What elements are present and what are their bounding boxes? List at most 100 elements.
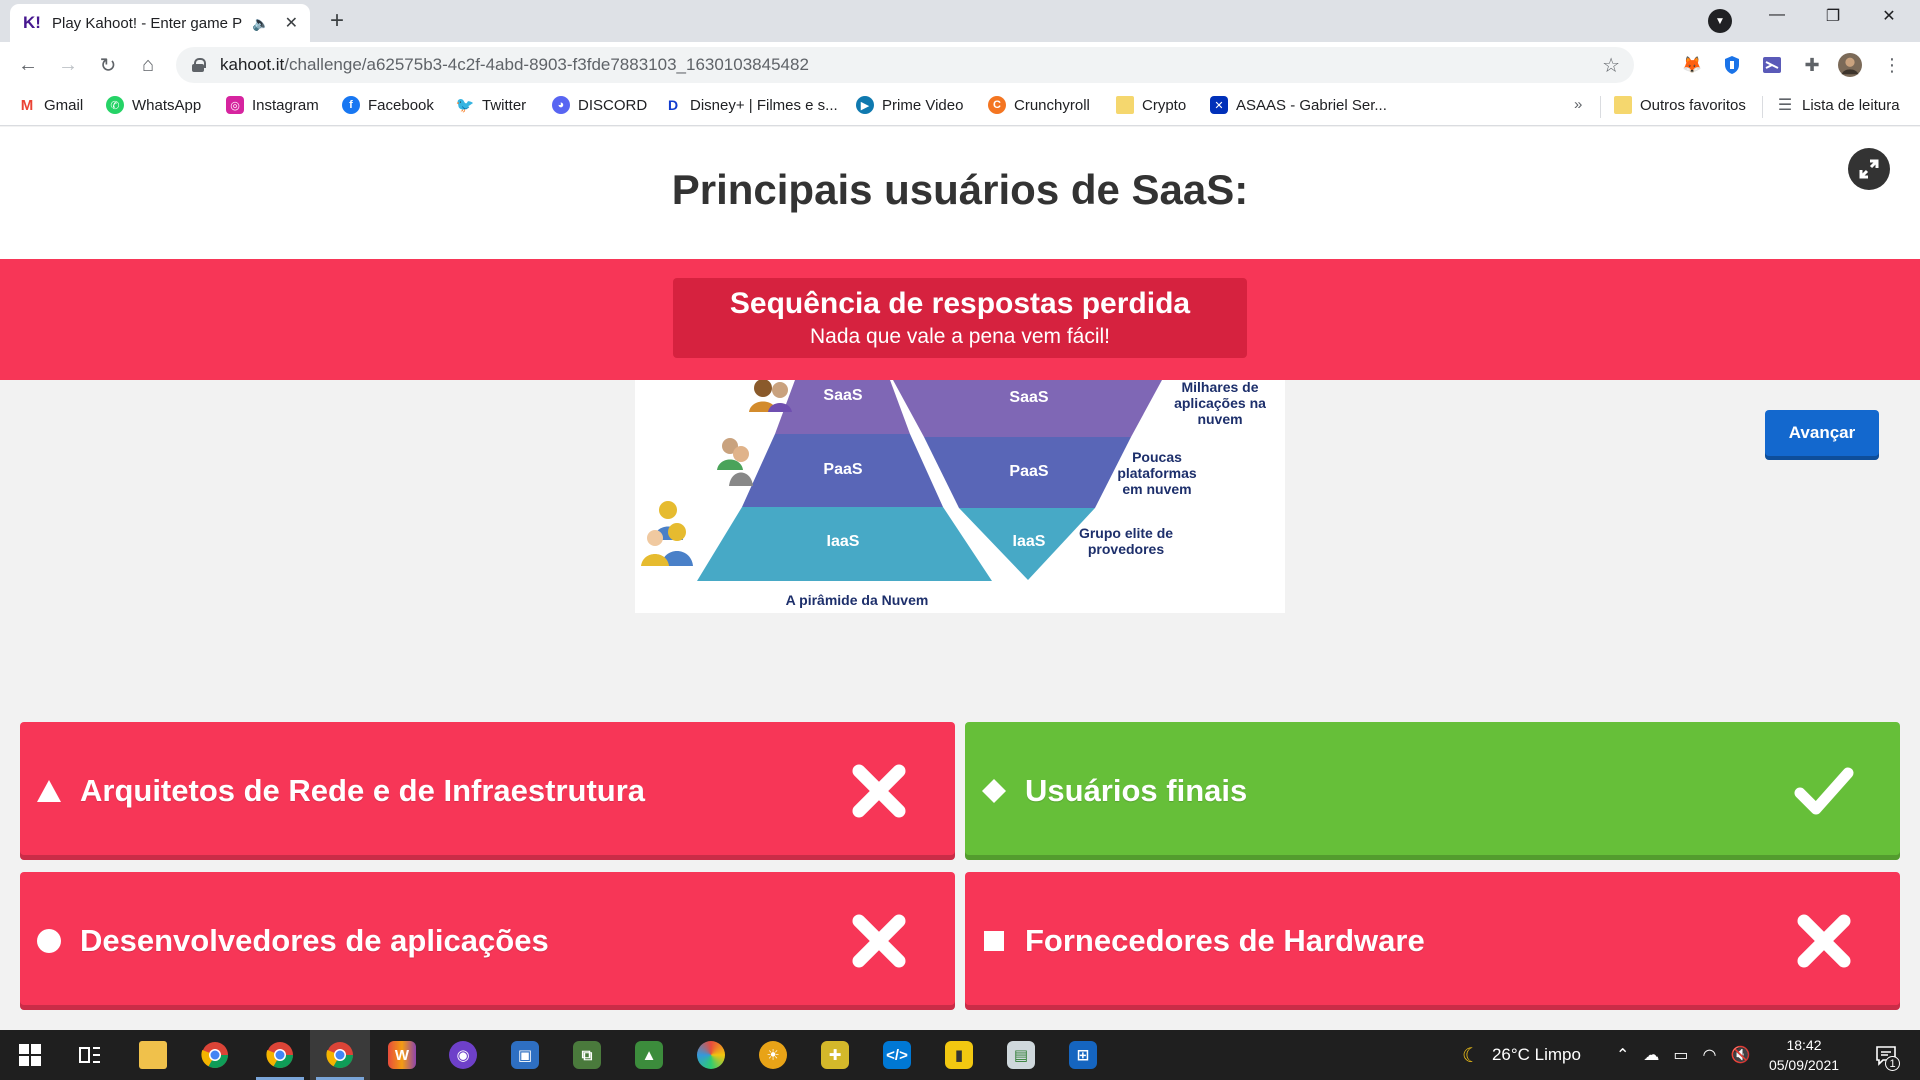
answer-text: Usuários finais: [1025, 773, 1248, 808]
profile-avatar[interactable]: [1838, 53, 1862, 77]
app-button-chart[interactable]: ▲: [619, 1030, 679, 1080]
back-icon[interactable]: ←: [14, 51, 42, 79]
winrar-button[interactable]: W: [372, 1030, 432, 1080]
notifications-button[interactable]: 1: [1866, 1030, 1906, 1080]
bookmark-star-icon[interactable]: ☆: [1602, 53, 1620, 78]
folder-icon: [139, 1041, 167, 1069]
browser-tab[interactable]: K! Play Kahoot! - Enter game PIN 🔈 ✕: [10, 4, 310, 42]
app-button-window[interactable]: ▤: [991, 1030, 1051, 1080]
github-icon: ◉: [449, 1041, 477, 1069]
tab-strip: K! Play Kahoot! - Enter game PIN 🔈 ✕ + ▼…: [0, 0, 1920, 42]
chrome-icon: [326, 1042, 354, 1069]
bookmark-label: Lista de leitura: [1802, 96, 1900, 114]
answer-card-diamond[interactable]: Usuários finais: [965, 722, 1900, 860]
forward-icon[interactable]: →: [54, 51, 82, 79]
moon-icon: ☾: [1462, 1044, 1480, 1067]
fullscreen-button[interactable]: [1848, 148, 1890, 190]
other-favorites-folder[interactable]: Outros favoritos: [1614, 96, 1746, 114]
chevron-up-icon[interactable]: ⌃: [1616, 1045, 1629, 1065]
bookmark-discord[interactable]: ◕ DISCORD: [552, 96, 647, 114]
minimize-icon[interactable]: —: [1762, 6, 1792, 24]
restore-icon[interactable]: ❐: [1818, 6, 1848, 26]
tab-search-icon[interactable]: ▼: [1708, 9, 1732, 33]
cloud-icon[interactable]: ☁: [1643, 1045, 1659, 1065]
menu-kebab-icon[interactable]: ⋮: [1880, 53, 1904, 77]
bookmark-crypto[interactable]: Crypto: [1116, 96, 1186, 114]
bookmarks-overflow-button[interactable]: »: [1574, 96, 1582, 113]
wifi-icon[interactable]: ◠: [1703, 1045, 1717, 1065]
app-button-copy[interactable]: ⧉: [557, 1030, 617, 1080]
address-bar[interactable]: kahoot.it/challenge/a62575b3-4c2f-4abd-8…: [176, 47, 1634, 83]
answer-card-circle[interactable]: Desenvolvedores de aplicações: [20, 872, 955, 1010]
facebook-icon: f: [342, 96, 360, 114]
reload-icon[interactable]: ↻: [94, 51, 122, 79]
whatsapp-icon: ✆: [106, 96, 124, 114]
instagram-icon: ◎: [226, 96, 244, 114]
cross-icon: [849, 761, 909, 821]
question-title: Principais usuários de SaaS:: [671, 166, 1249, 213]
close-tab-icon[interactable]: ✕: [285, 13, 298, 33]
vscode-button[interactable]: </>: [867, 1030, 927, 1080]
app-button-colors[interactable]: [681, 1030, 741, 1080]
bookmark-facebook[interactable]: f Facebook: [342, 96, 434, 114]
puzzle-icon: ✚: [821, 1041, 849, 1069]
cast-extension-icon[interactable]: [1760, 53, 1784, 77]
note-line: Poucas: [1132, 449, 1182, 465]
app-button-sun[interactable]: ☀: [743, 1030, 803, 1080]
metamask-extension-icon[interactable]: 🦊: [1680, 53, 1704, 77]
bookmark-instagram[interactable]: ◎ Instagram: [226, 96, 319, 114]
bookmark-label: Twitter: [482, 96, 527, 114]
system-clock[interactable]: 18:42 05/09/2021: [1764, 1035, 1844, 1075]
stripes-app-icon: W: [388, 1041, 416, 1069]
square-icon: [981, 928, 1007, 954]
new-tab-button[interactable]: +: [322, 6, 352, 36]
github-desktop-button[interactable]: ◉: [433, 1030, 493, 1080]
battery-icon[interactable]: ▭: [1673, 1045, 1688, 1065]
question-header: Principais usuários de SaaS:: [0, 127, 1920, 259]
task-view-button[interactable]: [60, 1030, 120, 1080]
left-layer-label: SaaS: [823, 387, 862, 404]
home-icon[interactable]: ⌂: [134, 51, 162, 79]
note-line: Grupo elite de: [1079, 525, 1173, 541]
extensions-puzzle-icon[interactable]: ✚: [1800, 53, 1824, 77]
bookmark-whatsapp[interactable]: ✆ WhatsApp: [106, 96, 201, 114]
bookmark-crunchyroll[interactable]: C Crunchyroll: [988, 96, 1090, 114]
next-button[interactable]: Avançar: [1765, 410, 1879, 460]
bookmark-twitter[interactable]: 🐦 Twitter: [456, 96, 526, 114]
shield-extension-icon[interactable]: [1720, 53, 1744, 77]
remote-desktop-button[interactable]: ▣: [495, 1030, 555, 1080]
bookmarks-divider: [1600, 96, 1601, 118]
reading-list-button[interactable]: ☰ Lista de leitura: [1776, 96, 1900, 114]
browser-toolbar: ← → ↻ ⌂ kahoot.it/challenge/a62575b3-4c2…: [0, 42, 1920, 88]
note-line: aplicações na: [1174, 395, 1266, 411]
close-window-icon[interactable]: ✕: [1874, 6, 1904, 26]
bookmark-disney[interactable]: D Disney+ | Filmes e s...: [664, 96, 838, 114]
network-app-button[interactable]: ⊞: [1053, 1030, 1113, 1080]
answer-text: Desenvolvedores de aplicações: [80, 923, 549, 958]
url-host: kahoot.it: [220, 55, 285, 74]
weather-widget[interactable]: ☾ 26°C Limpo: [1462, 1030, 1581, 1080]
monitor-icon: ▣: [511, 1041, 539, 1069]
answer-text: Arquitetos de Rede e de Infraestrutura: [80, 773, 646, 808]
streak-lost-banner: Sequência de respostas perdida Nada que …: [0, 259, 1920, 380]
start-button[interactable]: [0, 1030, 60, 1080]
volume-muted-icon[interactable]: 🔇: [1731, 1045, 1751, 1065]
checkmark-icon: [1794, 761, 1854, 821]
discord-icon: ◕: [552, 96, 570, 114]
app-button-puzzle[interactable]: ✚: [805, 1030, 865, 1080]
bookmark-prime-video[interactable]: ▶ Prime Video: [856, 96, 963, 114]
power-bi-button[interactable]: ▮: [929, 1030, 989, 1080]
question-image: SaaS PaaS IaaS SaaS PaaS IaaS Milhares d…: [635, 380, 1285, 613]
speaker-icon[interactable]: 🔈: [252, 15, 269, 32]
answer-card-triangle[interactable]: Arquitetos de Rede e de Infraestrutura: [20, 722, 955, 860]
chrome-button[interactable]: [185, 1030, 245, 1080]
chrome-active-window-button[interactable]: [310, 1030, 370, 1080]
window-icon: ▤: [1007, 1041, 1035, 1069]
chrome-profile-button[interactable]: [250, 1030, 310, 1080]
answer-card-square[interactable]: Fornecedores de Hardware: [965, 872, 1900, 1010]
file-explorer-button[interactable]: [123, 1030, 183, 1080]
right-layer-label: SaaS: [1009, 389, 1048, 406]
bookmark-asaas[interactable]: ✕ ASAAS - Gabriel Ser...: [1210, 96, 1387, 114]
bookmark-gmail[interactable]: M Gmail: [18, 96, 83, 114]
circle-icon: [36, 928, 62, 954]
